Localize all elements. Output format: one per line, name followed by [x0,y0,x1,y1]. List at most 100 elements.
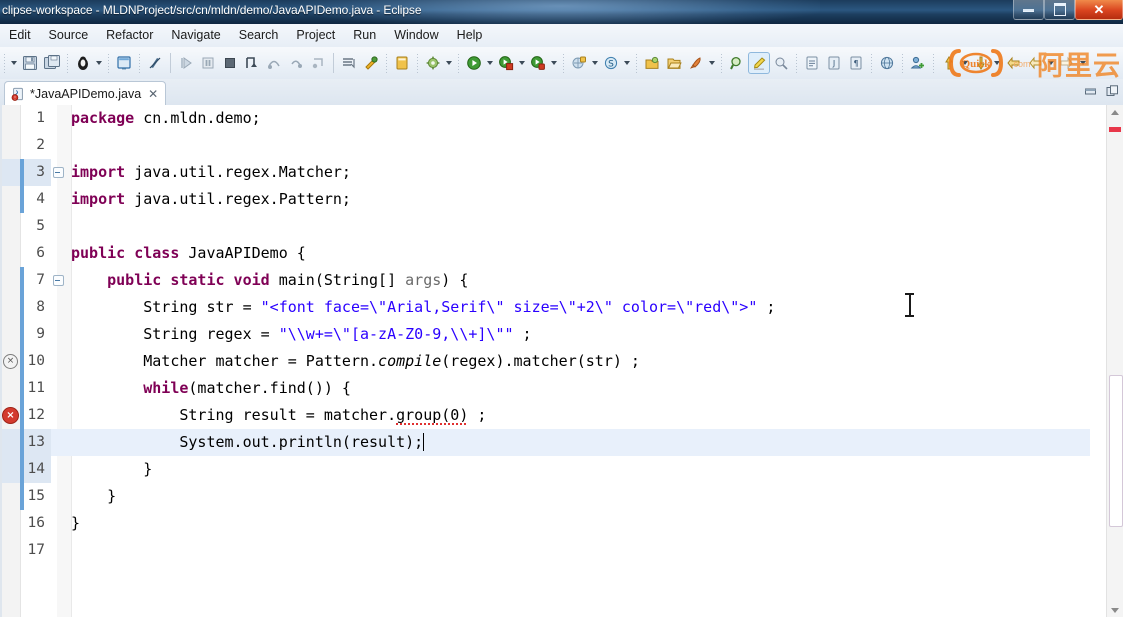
overview-ruler-error-mark[interactable] [1109,127,1121,132]
editor-maximize-button[interactable] [1105,84,1119,98]
deploy-button[interactable] [685,52,707,74]
editor-source-area[interactable]: 1 package cn.mldn.demo; 2 3 import java.util… [0,105,1090,617]
open-external-tools-button[interactable] [360,52,382,74]
toolbar-grip[interactable] [3,53,6,73]
toolbar-grip-8[interactable] [562,53,565,73]
code-line[interactable]: × 10 Matcher matcher = Pattern.compile(re… [0,348,1090,375]
toolbar-grip-14[interactable] [932,53,935,73]
prev-annotation-caret[interactable] [960,52,970,74]
window-close-button[interactable]: ✕ [1075,0,1123,20]
open-perspective-button[interactable] [113,52,135,74]
add-user-button[interactable] [907,52,929,74]
code-line[interactable]: 2 [0,132,1090,159]
code-line[interactable]: 6 public class JavaAPIDemo { [0,240,1090,267]
debug-dropdown-caret[interactable] [94,52,104,74]
forward-dropdown-caret[interactable] [1078,52,1088,74]
fold-collapse-icon[interactable] [52,167,64,178]
fold-toggle[interactable] [51,167,65,178]
skip-breakpoints-button[interactable] [144,52,166,74]
save-button[interactable] [19,52,41,74]
toolbar-grip-2[interactable] [66,53,69,73]
code-line[interactable]: 7 public static void main(String[] args)… [0,267,1090,294]
toolbar-grip-7[interactable] [457,53,460,73]
menu-item-source[interactable]: Source [40,26,98,45]
run-button[interactable] [463,52,485,74]
window-maximize-button[interactable] [1044,0,1075,20]
menu-item-search[interactable]: Search [230,26,288,45]
menu-item-help[interactable]: Help [448,26,492,45]
code-line[interactable]: 16} [0,510,1090,537]
code-line[interactable]: × 12 String result = matcher.group(0) ; [0,402,1090,429]
code-line[interactable]: 5 [0,213,1090,240]
suspend-button[interactable] [197,52,219,74]
toolbar-grip-10[interactable] [720,53,723,73]
java-project-dropdown-caret[interactable] [590,52,600,74]
code-line[interactable]: 1 package cn.mldn.demo; [0,105,1090,132]
code-line[interactable]: 13 System.out.println(result); [0,429,1090,456]
toolbar-grip-3[interactable] [107,53,110,73]
warning-marker-icon[interactable]: × [3,354,18,369]
toolbar-grip-11[interactable] [795,53,798,73]
scrollbar-up-button[interactable] [1107,105,1123,119]
fold-toggle[interactable] [51,275,65,286]
step-return-button[interactable] [285,52,307,74]
run-coverage-button[interactable] [495,52,517,74]
editor-tab-close-icon[interactable]: ✕ [148,87,158,101]
code-line[interactable]: 11 while(matcher.find()) { [0,375,1090,402]
open-type-caret[interactable] [622,52,632,74]
run-dropdown-caret[interactable] [485,52,495,74]
code-line[interactable]: 15 } [0,483,1090,510]
toolbar-grip-12[interactable] [870,53,873,73]
external-tools-config-button[interactable] [422,52,444,74]
window-minimize-button[interactable] [1013,0,1044,20]
step-over-button[interactable] [263,52,285,74]
toolbar-grip-5[interactable] [385,53,388,73]
editor-vertical-scrollbar[interactable] [1106,105,1123,617]
scrollbar-down-button[interactable] [1107,603,1123,617]
save-all-button[interactable] [41,52,63,74]
back-button[interactable] [1024,52,1046,74]
toolbar-grip-4[interactable] [138,53,141,73]
show-console-button[interactable] [338,52,360,74]
menu-item-refactor[interactable]: Refactor [97,26,162,45]
search-button[interactable] [726,52,748,74]
run-as-button[interactable] [527,52,549,74]
menu-item-project[interactable]: Project [287,26,344,45]
next-annotation-button[interactable] [970,52,992,74]
fold-collapse-icon[interactable] [52,275,64,286]
coverage-dropdown-caret[interactable] [517,52,527,74]
code-editor[interactable]: 1 package cn.mldn.demo; 2 3 import java.util… [0,105,1123,617]
next-annotation-caret[interactable] [992,52,1002,74]
drop-to-frame-button[interactable] [307,52,329,74]
new-java-project-button[interactable] [568,52,590,74]
resume-button[interactable] [175,52,197,74]
deploy-dropdown-caret[interactable] [707,52,717,74]
new-jsp-button[interactable]: J [823,52,845,74]
previous-annotation-button[interactable] [938,52,960,74]
debug-last-button[interactable] [72,52,94,74]
mark-occurrences-button[interactable] [748,52,770,74]
toolbar-grip-9[interactable] [635,53,638,73]
toolbar-grip-6[interactable] [416,53,419,73]
run-as-dropdown-caret[interactable] [549,52,559,74]
scrollbar-thumb[interactable] [1109,375,1123,527]
editor-minimize-button[interactable] [1083,84,1097,98]
code-line[interactable]: 17 [0,537,1090,564]
web-browser-button[interactable] [876,52,898,74]
menu-item-run[interactable]: Run [344,26,385,45]
code-line[interactable]: 3 import java.util.regex.Matcher; [0,159,1090,186]
external-tools-caret[interactable] [444,52,454,74]
menu-item-navigate[interactable]: Navigate [162,26,229,45]
editor-tab-javaapidemo[interactable]: ! *JavaAPIDemo.java ✕ [4,81,167,106]
back-dropdown-caret[interactable] [1046,52,1056,74]
new-xml-button[interactable] [801,52,823,74]
code-line[interactable]: 9 String regex = "\\w+=\"[a-zA-Z0-9,\\+]… [0,321,1090,348]
code-line[interactable]: 8 String str = "<font face=\"Arial,Serif… [0,294,1090,321]
menu-item-window[interactable]: Window [385,26,447,45]
last-edit-location-button[interactable] [1002,52,1024,74]
toolbar-grip-13[interactable] [901,53,904,73]
code-line[interactable]: 14 } [0,456,1090,483]
step-into-button[interactable] [241,52,263,74]
code-line[interactable]: 4 import java.util.regex.Pattern; [0,186,1090,213]
new-wizard-dropdown-caret[interactable] [9,52,19,74]
